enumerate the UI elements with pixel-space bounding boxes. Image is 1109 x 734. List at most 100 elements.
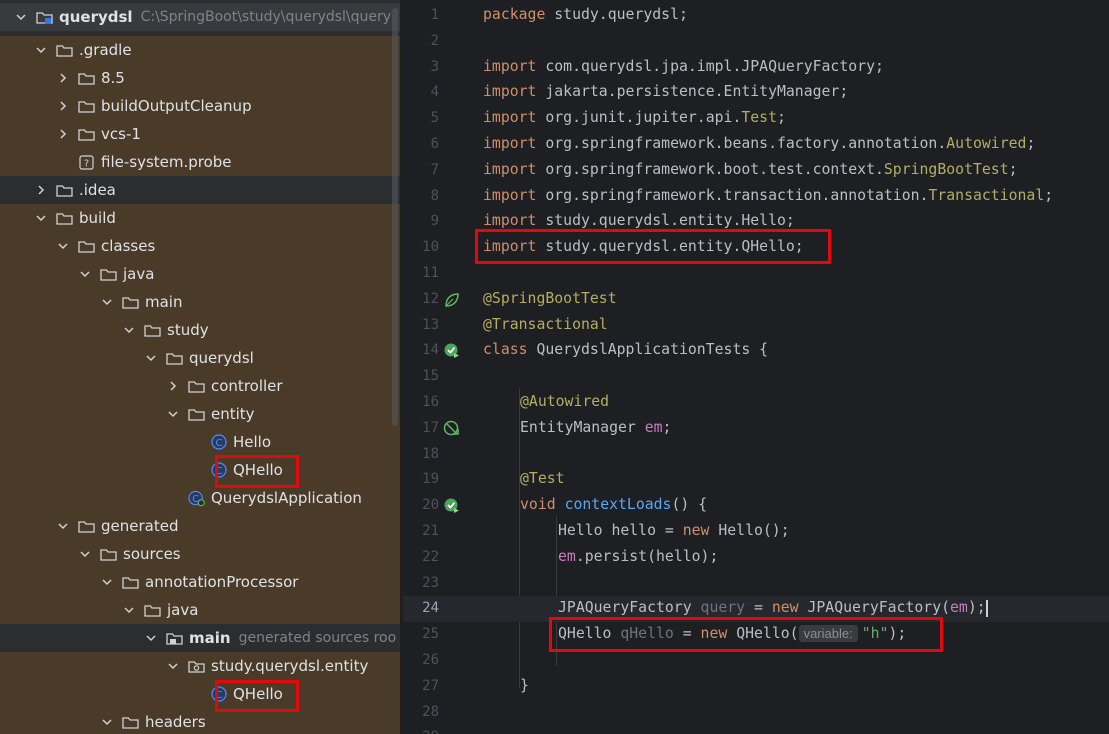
line-number: 29 — [403, 729, 439, 734]
tree-item-label: java — [167, 601, 199, 619]
tree-item-qhello[interactable]: C QHello — [0, 456, 400, 484]
tree-item-generated[interactable]: generated — [0, 512, 400, 540]
code-line-21[interactable]: Hello hello = new Hello(); — [558, 522, 790, 539]
code-line-22[interactable]: em.persist(hello); — [558, 548, 718, 565]
tree-item-label: vcs-1 — [101, 125, 141, 143]
tree-item-idea[interactable]: .idea — [0, 176, 400, 204]
tree-item-java-generated[interactable]: java — [0, 596, 400, 624]
highlight-box-tree-qhello-generated — [215, 680, 299, 712]
tree-item-label: java — [123, 265, 155, 283]
chevron-right-icon[interactable] — [56, 127, 70, 141]
tree-item-gradle[interactable]: .gradle — [0, 36, 400, 64]
tree-item-qhello-generated[interactable]: C QHello — [0, 680, 400, 708]
line-number: 17 — [422, 419, 439, 436]
tree-item-main[interactable]: main — [0, 288, 400, 316]
code-line-24[interactable]: JPAQueryFactory query = new JPAQueryFact… — [558, 599, 988, 617]
class-icon: C — [210, 434, 227, 450]
chevron-down-icon[interactable] — [34, 43, 48, 57]
tree-item-main-generated[interactable]: main generated sources roo — [0, 624, 400, 652]
tree-item-vcs-1[interactable]: vcs-1 — [0, 120, 400, 148]
tree-item-file-system-probe[interactable]: ? file-system.probe — [0, 148, 400, 176]
code-line-3[interactable]: import com.querydsl.jpa.impl.JPAQueryFac… — [483, 58, 884, 75]
code-line-4[interactable]: import jakarta.persistence.EntityManager… — [483, 83, 848, 100]
tree-item-label: study.querydsl.entity — [211, 657, 369, 675]
chevron-right-icon[interactable] — [34, 183, 48, 197]
tree-item-build[interactable]: build — [0, 204, 400, 232]
line-number: 8 — [430, 187, 439, 204]
chevron-down-icon[interactable] — [34, 211, 48, 225]
chevron-right-icon[interactable] — [56, 99, 70, 113]
tree-item-entity[interactable]: entity — [0, 400, 400, 428]
chevron-right-icon[interactable] — [56, 71, 70, 85]
tree-item-label: buildOutputCleanup — [101, 97, 252, 115]
code-line-5[interactable]: import org.junit.jupiter.api.Test; — [483, 109, 786, 126]
text-caret — [985, 599, 988, 617]
tree-item-controller[interactable]: controller — [0, 372, 400, 400]
tree-item-label: build — [79, 209, 116, 227]
line-number: 10 — [422, 239, 439, 256]
tree-item-8-5[interactable]: 8.5 — [0, 64, 400, 92]
tree-item-querydsl[interactable]: querydsl — [0, 344, 400, 372]
code-line-16[interactable]: @Autowired — [520, 393, 609, 410]
line-number: 11 — [422, 265, 439, 281]
autowired-navigate-icon[interactable] — [443, 420, 461, 438]
chevron-down-icon[interactable] — [14, 10, 28, 24]
code-line-13[interactable]: @Transactional — [483, 316, 608, 333]
code-line-14[interactable]: class QuerydslApplicationTests { — [483, 341, 768, 358]
tree-item-label: generated — [101, 517, 179, 535]
code-line-6[interactable]: import org.springframework.beans.factory… — [483, 135, 1035, 152]
tree-item-buildoutputcleanup[interactable]: buildOutputCleanup — [0, 92, 400, 120]
tree-item-classes[interactable]: classes — [0, 232, 400, 260]
tree-item-sources[interactable]: sources — [0, 540, 400, 568]
run-test-method-icon[interactable] — [443, 497, 461, 515]
code-line-20[interactable]: void contextLoads() { — [520, 496, 707, 513]
code-line-19[interactable]: @Test — [520, 470, 565, 487]
spring-bean-icon[interactable] — [443, 291, 461, 309]
chevron-right-icon[interactable] — [166, 379, 180, 393]
code-line-17[interactable]: EntityManager em; — [520, 419, 671, 436]
chevron-down-icon[interactable] — [78, 267, 92, 281]
chevron-down-icon[interactable] — [166, 659, 180, 673]
tree-item-headers[interactable]: headers — [0, 708, 400, 734]
tree-item-study-querydsl-entity[interactable]: study.querydsl.entity — [0, 652, 400, 680]
tree-item-annotationprocessor[interactable]: annotationProcessor — [0, 568, 400, 596]
tree-item-label: main — [189, 629, 231, 647]
tree-scrollbar[interactable] — [392, 8, 398, 426]
tree-item-hello[interactable]: C Hello — [0, 428, 400, 456]
chevron-down-icon[interactable] — [56, 519, 70, 533]
tree-item-label: querydsl — [59, 8, 133, 26]
package-icon — [188, 658, 205, 674]
tree-item-label: controller — [211, 377, 283, 395]
highlight-box-import-qhello — [475, 229, 831, 264]
code-line-27[interactable]: } — [520, 677, 529, 694]
chevron-down-icon[interactable] — [100, 295, 114, 309]
tree-item-java[interactable]: java — [0, 260, 400, 288]
chevron-down-icon[interactable] — [100, 715, 114, 729]
code-line-8[interactable]: import org.springframework.transaction.a… — [483, 187, 1053, 204]
chevron-down-icon[interactable] — [144, 351, 158, 365]
chevron-down-icon[interactable] — [100, 575, 114, 589]
chevron-down-icon[interactable] — [144, 631, 158, 645]
code-line-9[interactable]: import study.querydsl.entity.Hello; — [483, 212, 795, 229]
tree-item-label: entity — [211, 405, 255, 423]
tree-item-querydslapplication[interactable]: C QuerydslApplication — [0, 484, 400, 512]
code-line-1[interactable]: package study.querydsl; — [483, 6, 688, 23]
tree-item-study[interactable]: study — [0, 316, 400, 344]
code-line-7[interactable]: import org.springframework.boot.test.con… — [483, 161, 1018, 178]
folder-icon — [144, 602, 161, 618]
tree-item-label: main — [145, 293, 183, 311]
chevron-down-icon[interactable] — [78, 547, 92, 561]
line-number: 22 — [422, 548, 439, 565]
tree-item-root[interactable]: querydsl C:\SpringBoot\study\querydsl\que… — [0, 3, 400, 31]
chevron-down-icon[interactable] — [56, 239, 70, 253]
run-test-class-icon[interactable] — [443, 342, 461, 360]
chevron-down-icon[interactable] — [166, 407, 180, 421]
line-number: 16 — [422, 394, 439, 410]
chevron-down-icon[interactable] — [122, 323, 136, 337]
tree-item-path-hint: C:\SpringBoot\study\querydsl\query — [140, 9, 392, 25]
folder-icon — [78, 126, 95, 142]
chevron-down-icon[interactable] — [122, 603, 136, 617]
line-number: 25 — [422, 626, 439, 643]
code-line-12[interactable]: @SpringBootTest — [483, 290, 617, 307]
line-number: 28 — [422, 703, 439, 720]
